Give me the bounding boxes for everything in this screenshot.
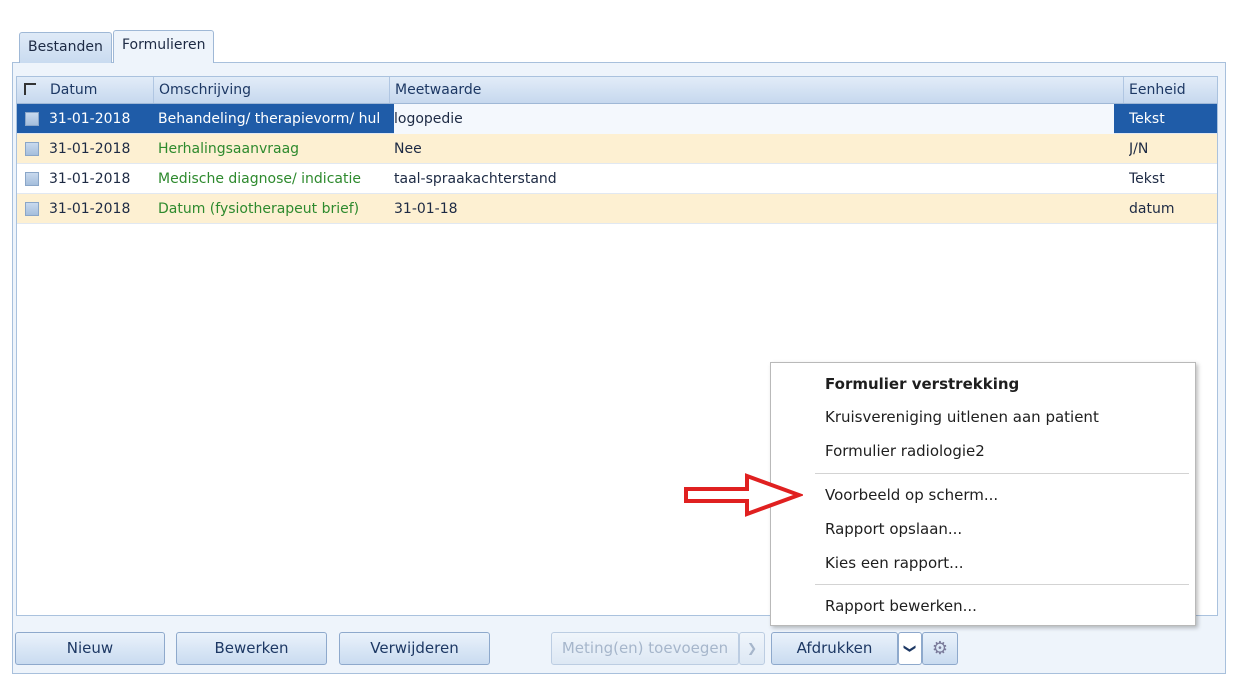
- cell-omschrijving: Medische diagnose/ indicatie: [158, 171, 361, 187]
- menu-separator: [815, 584, 1189, 585]
- print-menu: Formulier verstrekking Kruisvereniging u…: [770, 362, 1196, 626]
- cell-datum: 31-01-2018: [49, 111, 131, 127]
- menu-item-formulier-radiologie2[interactable]: Formulier radiologie2: [825, 434, 985, 468]
- menu-item-voorbeeld-op-scherm[interactable]: Voorbeeld op scherm...: [825, 478, 998, 512]
- column-header-meetwaarde[interactable]: Meetwaarde: [390, 77, 1124, 103]
- add-measurement-button[interactable]: Meting(en) toevoegen: [551, 632, 739, 665]
- new-button[interactable]: Nieuw: [15, 632, 165, 665]
- red-arrow-annotation: [684, 473, 803, 517]
- menu-item-rapport-opslaan[interactable]: Rapport opslaan...: [825, 512, 962, 546]
- cell-meetwaarde: 31-01-18: [394, 201, 458, 217]
- table-row[interactable]: 31-01-2018 Herhalingsaanvraag Nee J/N: [17, 134, 1217, 164]
- cell-meetwaarde: Nee: [394, 141, 422, 157]
- add-measurement-dropdown[interactable]: ❯: [739, 632, 765, 665]
- menu-item-rapport-bewerken[interactable]: Rapport bewerken...: [825, 589, 977, 623]
- grid-header: Datum Omschrijving Meetwaarde Eenheid: [17, 77, 1217, 104]
- column-header-eenheid[interactable]: Eenheid: [1124, 77, 1218, 103]
- table-row[interactable]: 31-01-2018 Datum (fysiotherapeut brief) …: [17, 194, 1217, 224]
- cell-eenheid: Tekst: [1129, 111, 1165, 127]
- settings-button[interactable]: ⚙: [922, 632, 958, 665]
- tab-bestanden[interactable]: Bestanden: [19, 32, 112, 63]
- cell-eenheid: J/N: [1129, 141, 1149, 157]
- menu-separator: [815, 473, 1189, 474]
- cell-eenheid: Tekst: [1129, 171, 1165, 187]
- cell-datum: 31-01-2018: [49, 201, 131, 217]
- edit-button[interactable]: Bewerken: [176, 632, 327, 665]
- menu-item-formulier-verstrekking[interactable]: Formulier verstrekking: [825, 367, 1019, 401]
- checkbox-icon: [24, 83, 36, 95]
- cell-omschrijving: Herhalingsaanvraag: [158, 141, 300, 157]
- cell-meetwaarde[interactable]: logopedie: [394, 104, 1114, 134]
- cell-eenheid: datum: [1129, 201, 1175, 217]
- row-checkbox[interactable]: [25, 112, 39, 126]
- cell-meetwaarde: taal-spraakachterstand: [394, 171, 557, 187]
- select-all-checkbox[interactable]: [17, 77, 41, 103]
- row-checkbox[interactable]: [25, 142, 39, 156]
- column-header-omschrijving[interactable]: Omschrijving: [154, 77, 390, 103]
- row-checkbox[interactable]: [25, 202, 39, 216]
- cell-omschrijving: Behandeling/ therapievorm/ hul: [158, 111, 381, 127]
- column-header-datum[interactable]: Datum: [41, 77, 154, 103]
- delete-button[interactable]: Verwijderen: [339, 632, 490, 665]
- menu-item-kies-een-rapport[interactable]: Kies een rapport...: [825, 546, 963, 580]
- menu-item-kruisvereniging[interactable]: Kruisvereniging uitlenen aan patient: [825, 400, 1099, 434]
- gear-icon: ⚙: [931, 638, 949, 659]
- cell-omschrijving: Datum (fysiotherapeut brief): [158, 201, 360, 217]
- row-checkbox[interactable]: [25, 172, 39, 186]
- print-button[interactable]: Afdrukken: [771, 632, 898, 665]
- print-dropdown[interactable]: ❯: [898, 632, 922, 665]
- table-row[interactable]: 31-01-2018 Medische diagnose/ indicatie …: [17, 164, 1217, 194]
- chevron-down-icon: ❯: [903, 643, 918, 654]
- table-row[interactable]: 31-01-2018 Behandeling/ therapievorm/ hu…: [17, 104, 1217, 134]
- chevron-down-icon: ❯: [746, 641, 758, 655]
- tab-formulieren[interactable]: Formulieren: [113, 30, 215, 63]
- cell-datum: 31-01-2018: [49, 141, 131, 157]
- cell-datum: 31-01-2018: [49, 171, 131, 187]
